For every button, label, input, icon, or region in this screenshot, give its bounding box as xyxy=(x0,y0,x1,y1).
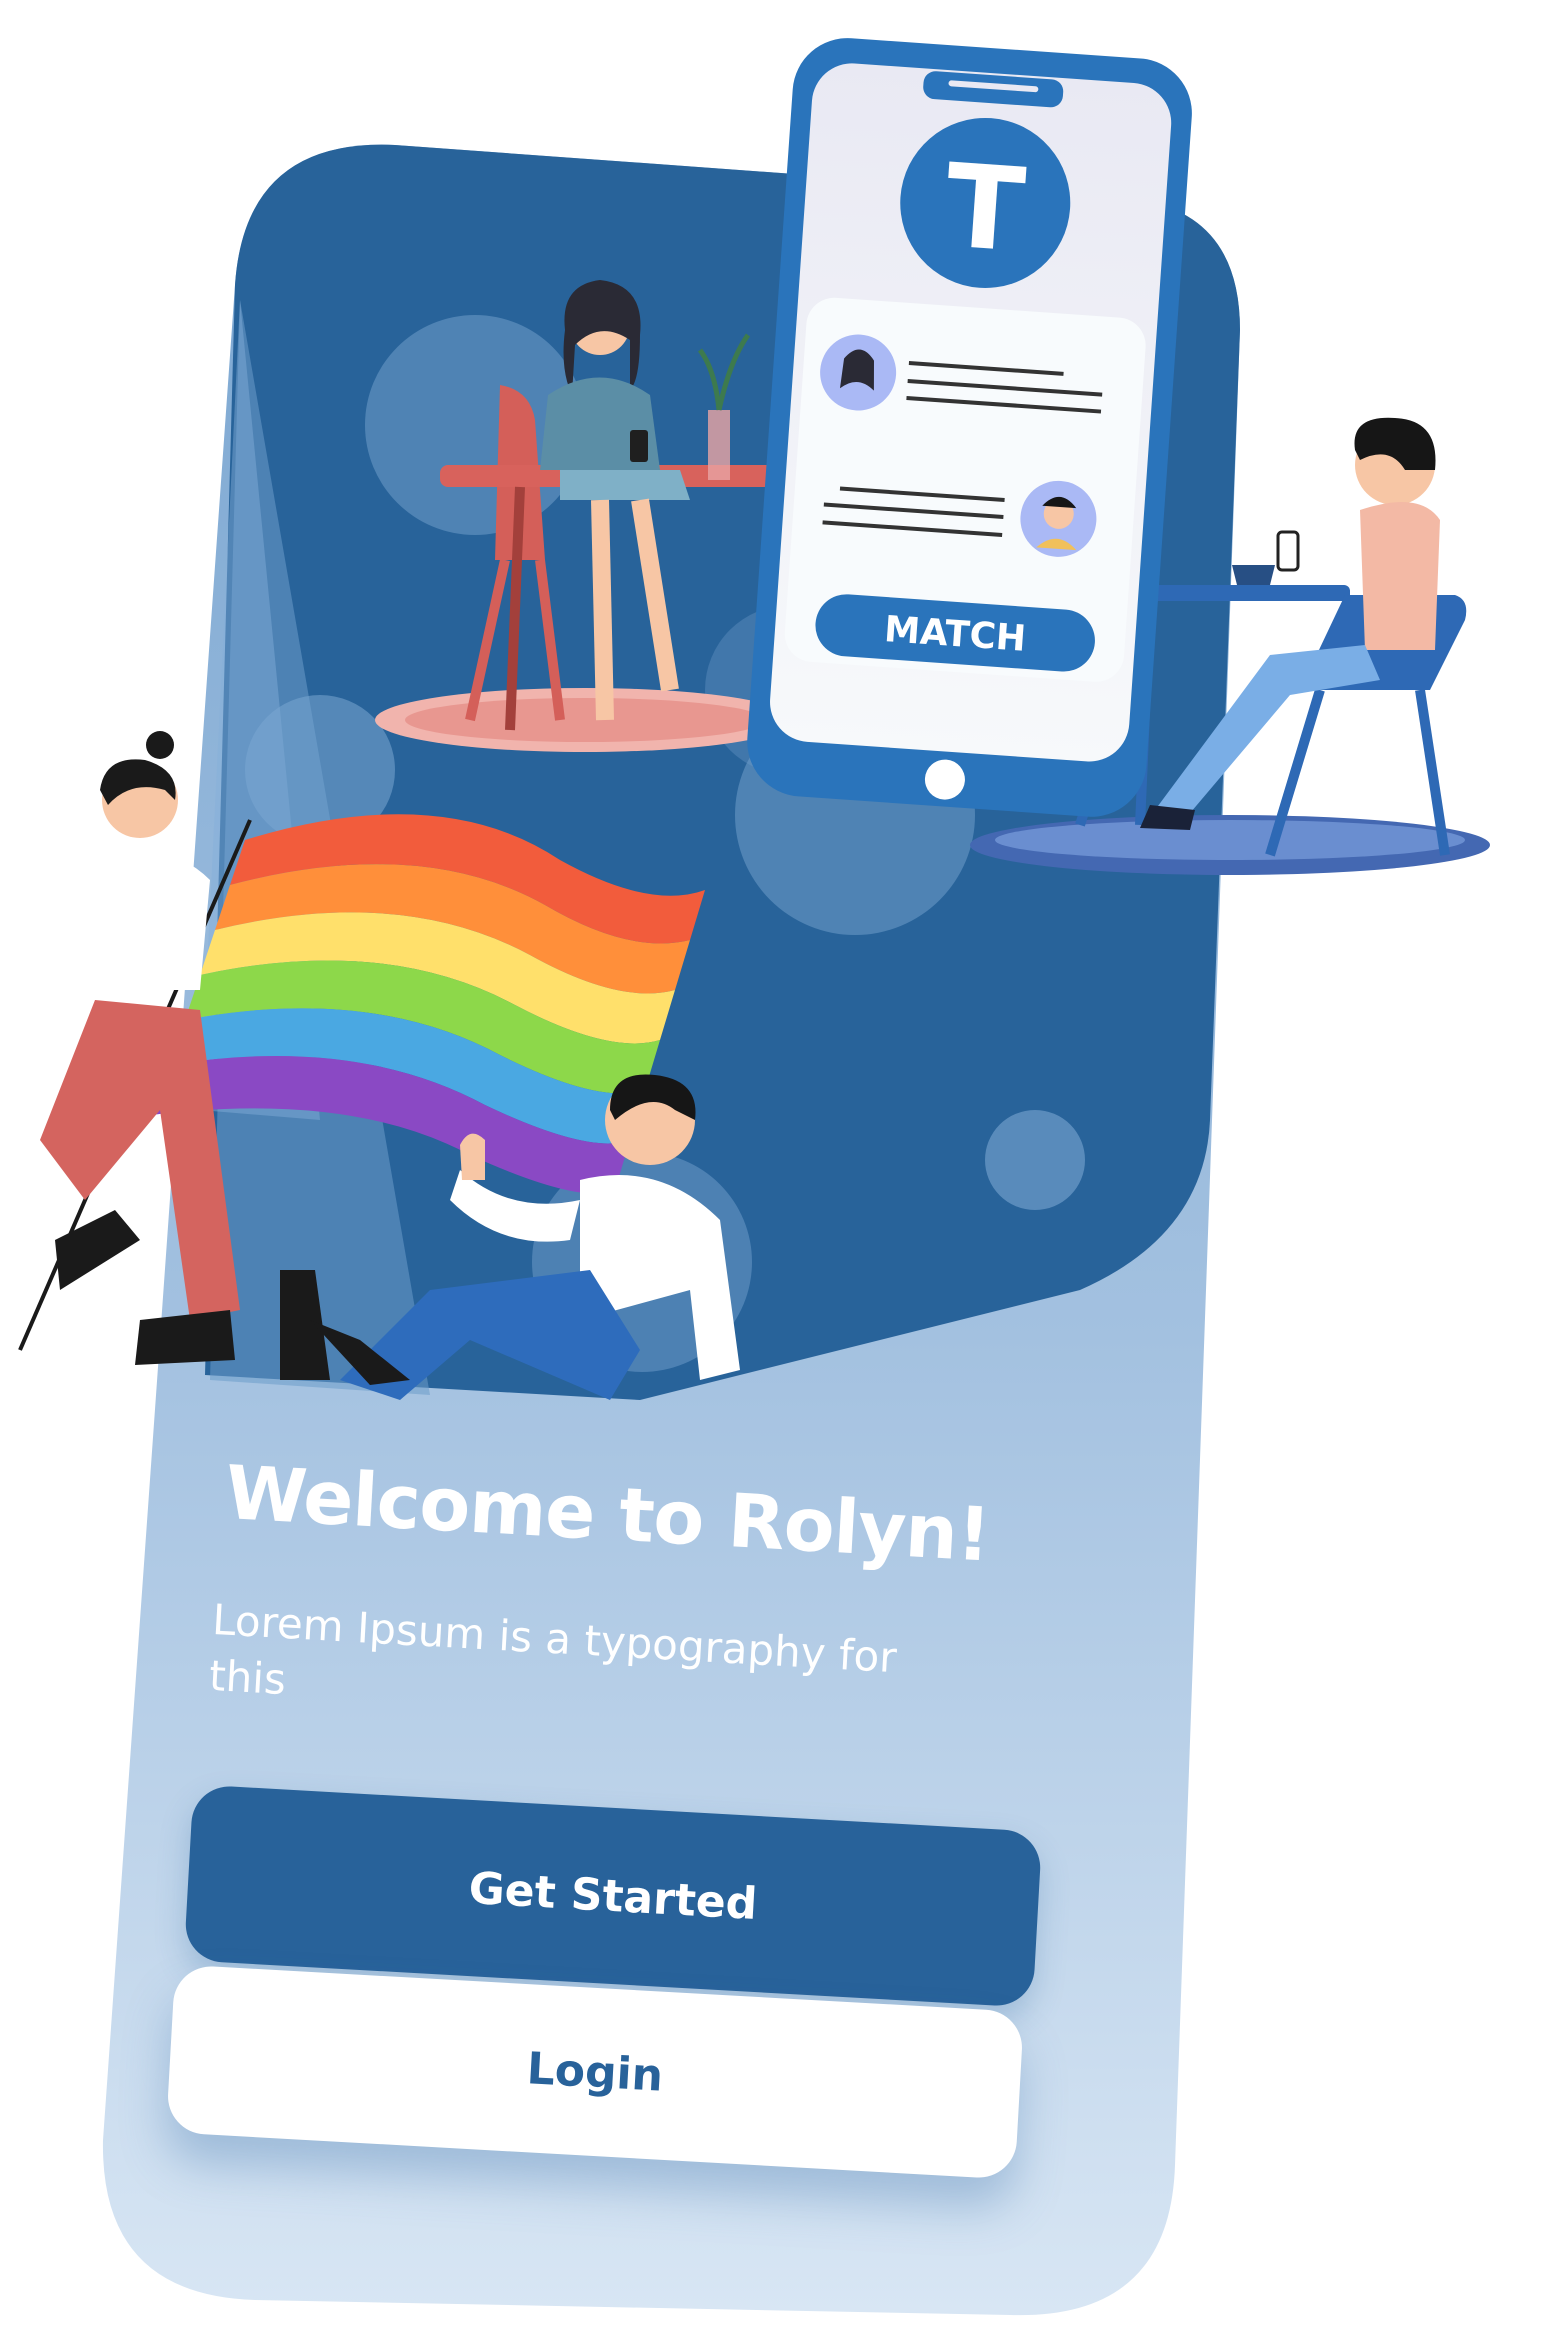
app-logo-letter: T xyxy=(941,139,1029,278)
dating-app-phone-illustration: T MATCH xyxy=(747,38,1192,817)
